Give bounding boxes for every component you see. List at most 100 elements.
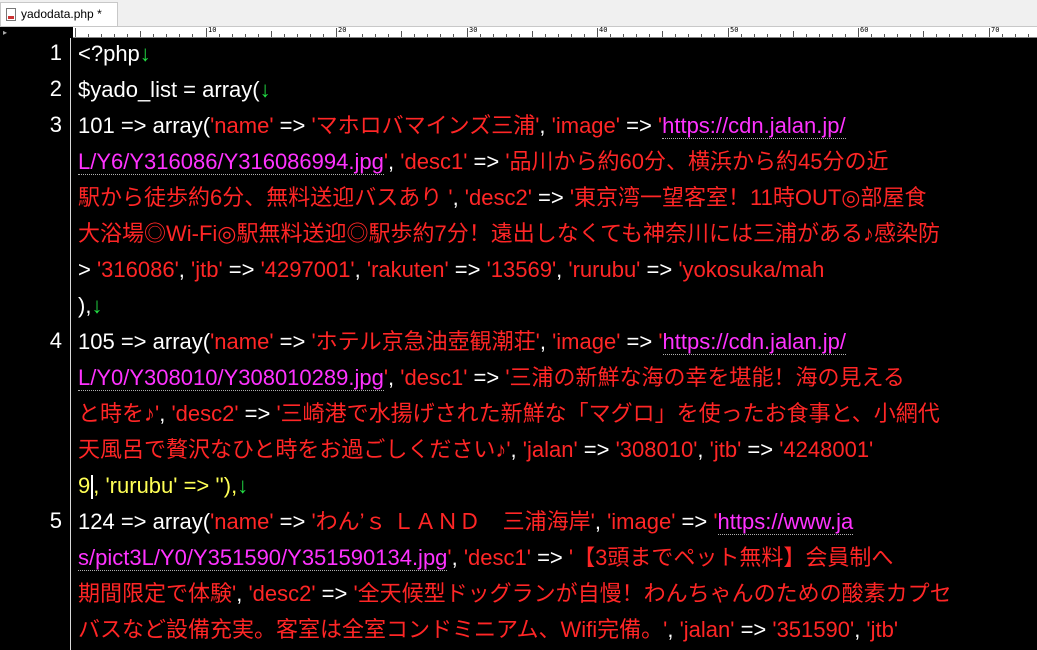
line-number: 3: [49, 112, 62, 137]
code-line-wrap: 期間限定で体験', 'desc2' => '全天候型ドッグランが自慢！わんちゃん…: [78, 581, 952, 606]
ruler-tick: [714, 34, 715, 37]
ruler-tick: [571, 34, 572, 37]
ruler-tick: [610, 34, 611, 37]
ruler-tick: [179, 34, 180, 37]
ruler-tick: [584, 34, 585, 37]
ruler-tick: [949, 34, 950, 37]
ruler-tick: [1002, 34, 1003, 37]
ruler-tick: [675, 34, 676, 37]
ruler-tick: [453, 34, 454, 37]
ruler-tick: [101, 34, 102, 37]
ruler-tick: [728, 28, 729, 37]
ruler-tick: [506, 34, 507, 37]
ruler-number: 20: [338, 27, 347, 34]
ruler-tick: [558, 34, 559, 37]
ruler-tick: [1015, 34, 1016, 37]
ruler-tick: [245, 34, 246, 37]
ruler-tick: [388, 34, 389, 37]
ruler-tick: [845, 34, 846, 37]
ruler-tick: [166, 34, 167, 37]
line-number-gutter: 1 2 3 4 5: [0, 38, 70, 650]
code-line-wrap: 天風呂で贅沢なひと時をお過ごしください♪', 'jalan' => '30801…: [78, 437, 874, 462]
eol-arrow-icon: ↓: [259, 77, 271, 102]
ruler-tick: [362, 34, 363, 37]
code-line-wrap: ),↓: [78, 293, 103, 318]
code-line: 124 => array('name' => 'わん’ｓ ＬＡＮＤ 三浦海岸',…: [78, 509, 854, 535]
ruler-tick: [127, 34, 128, 37]
ruler-number: 10: [208, 27, 217, 34]
ruler-tick: [962, 34, 963, 37]
ruler-tick: [271, 31, 272, 37]
ruler-tick: [780, 34, 781, 37]
code-line-wrap: > '316086', 'jtb' => '4297001', 'rakuten…: [78, 257, 825, 282]
code-line-wrap: s/pict3L/Y0/Y351590/Y351590134.jpg', 'de…: [78, 545, 894, 571]
ruler-tick: [649, 34, 650, 37]
ruler-tick: [414, 34, 415, 37]
ruler-tick: [336, 28, 337, 37]
ruler-tick: [323, 34, 324, 37]
line-number: 4: [49, 328, 62, 353]
ruler-tick: [310, 34, 311, 37]
ruler-tick: [806, 34, 807, 37]
ruler-tick: [493, 34, 494, 37]
code-line: 101 => array('name' => 'マホロバマインズ三浦', 'im…: [78, 113, 846, 139]
ruler-tick: [623, 34, 624, 37]
code-line-wrap: 駅から徒歩約6分、無料送迎バスあり ', 'desc2' => '東京湾一望客室…: [78, 185, 927, 210]
line-number: 1: [49, 40, 62, 65]
php-file-icon: [6, 8, 16, 21]
ruler-tick: [545, 34, 546, 37]
ruler-number: 70: [991, 27, 1000, 34]
ruler-tick: [832, 34, 833, 37]
ruler-tick: [297, 34, 298, 37]
code-line-wrap: 大浴場◎Wi-Fi◎駅無料送迎◎駅歩約7分！遠出しなくても神奈川には三浦がある♪…: [78, 221, 940, 246]
ruler-tick: [910, 34, 911, 37]
code-editor[interactable]: <?php↓ $yado_list = array(↓ 101 => array…: [71, 38, 1037, 650]
code-line-wrap: バスなど設備充実。客室は全室コンドミニアム、Wifi完備。', 'jalan' …: [78, 617, 899, 642]
ruler-tick: [140, 31, 141, 37]
ruler-tick: [349, 34, 350, 37]
ruler-tick: [662, 31, 663, 37]
ruler-tick: [153, 34, 154, 37]
ruler-tick: [401, 31, 402, 37]
ruler-number: 50: [730, 27, 739, 34]
ruler-tick: [1028, 34, 1029, 37]
code-line-wrap: と時を♪', 'desc2' => '三崎港で水揚げされた新鮮な「マグロ」を使っ…: [78, 401, 940, 426]
line-number: 5: [49, 508, 62, 533]
ruler-tick: [741, 34, 742, 37]
ruler-corner-icon: ▸: [3, 28, 8, 37]
ruler-tick: [206, 28, 207, 37]
code-line: $yado_list = array(↓: [78, 77, 271, 102]
ruler-tick: [636, 34, 637, 37]
ruler-tick: [480, 34, 481, 37]
ruler-number: 60: [860, 27, 869, 34]
code-line-wrap: L/Y0/Y308010/Y308010289.jpg', 'desc1' =>…: [78, 365, 905, 391]
eol-arrow-icon: ↓: [91, 293, 103, 318]
ruler-tick: [375, 34, 376, 37]
ruler-tick: [767, 34, 768, 37]
ruler-tick: [219, 34, 220, 37]
ruler-tick: [923, 31, 924, 37]
ruler-tick: [897, 34, 898, 37]
ruler-tick: [440, 34, 441, 37]
line-number: 2: [49, 76, 62, 101]
ruler-tick: [597, 28, 598, 37]
ruler-tick: [532, 31, 533, 37]
column-ruler: ▸ 10 20 30 40 50 60 70: [0, 27, 1037, 38]
eol-arrow-icon: ↓: [139, 41, 151, 66]
ruler-tick: [427, 34, 428, 37]
code-line-wrap: 9, 'rurubu' => ''),↓: [78, 473, 249, 500]
ruler-number: 40: [599, 27, 608, 34]
tab-yadodata[interactable]: yadodata.php *: [0, 2, 118, 26]
ruler-tick: [871, 34, 872, 37]
ruler-tick: [936, 34, 937, 37]
ruler-tick: [975, 34, 976, 37]
code-line-wrap: L/Y6/Y316086/Y316086994.jpg', 'desc1' =>…: [78, 149, 889, 175]
tab-label: yadodata.php *: [21, 7, 102, 21]
ruler-tick: [754, 34, 755, 37]
code-line: 105 => array('name' => 'ホテル京急油壺観潮荘', 'im…: [78, 329, 846, 355]
eol-arrow-icon: ↓: [237, 473, 249, 498]
ruler-tick: [989, 28, 990, 37]
ruler-tick: [793, 31, 794, 37]
ruler-tick: [88, 34, 89, 37]
ruler-tick: [884, 34, 885, 37]
